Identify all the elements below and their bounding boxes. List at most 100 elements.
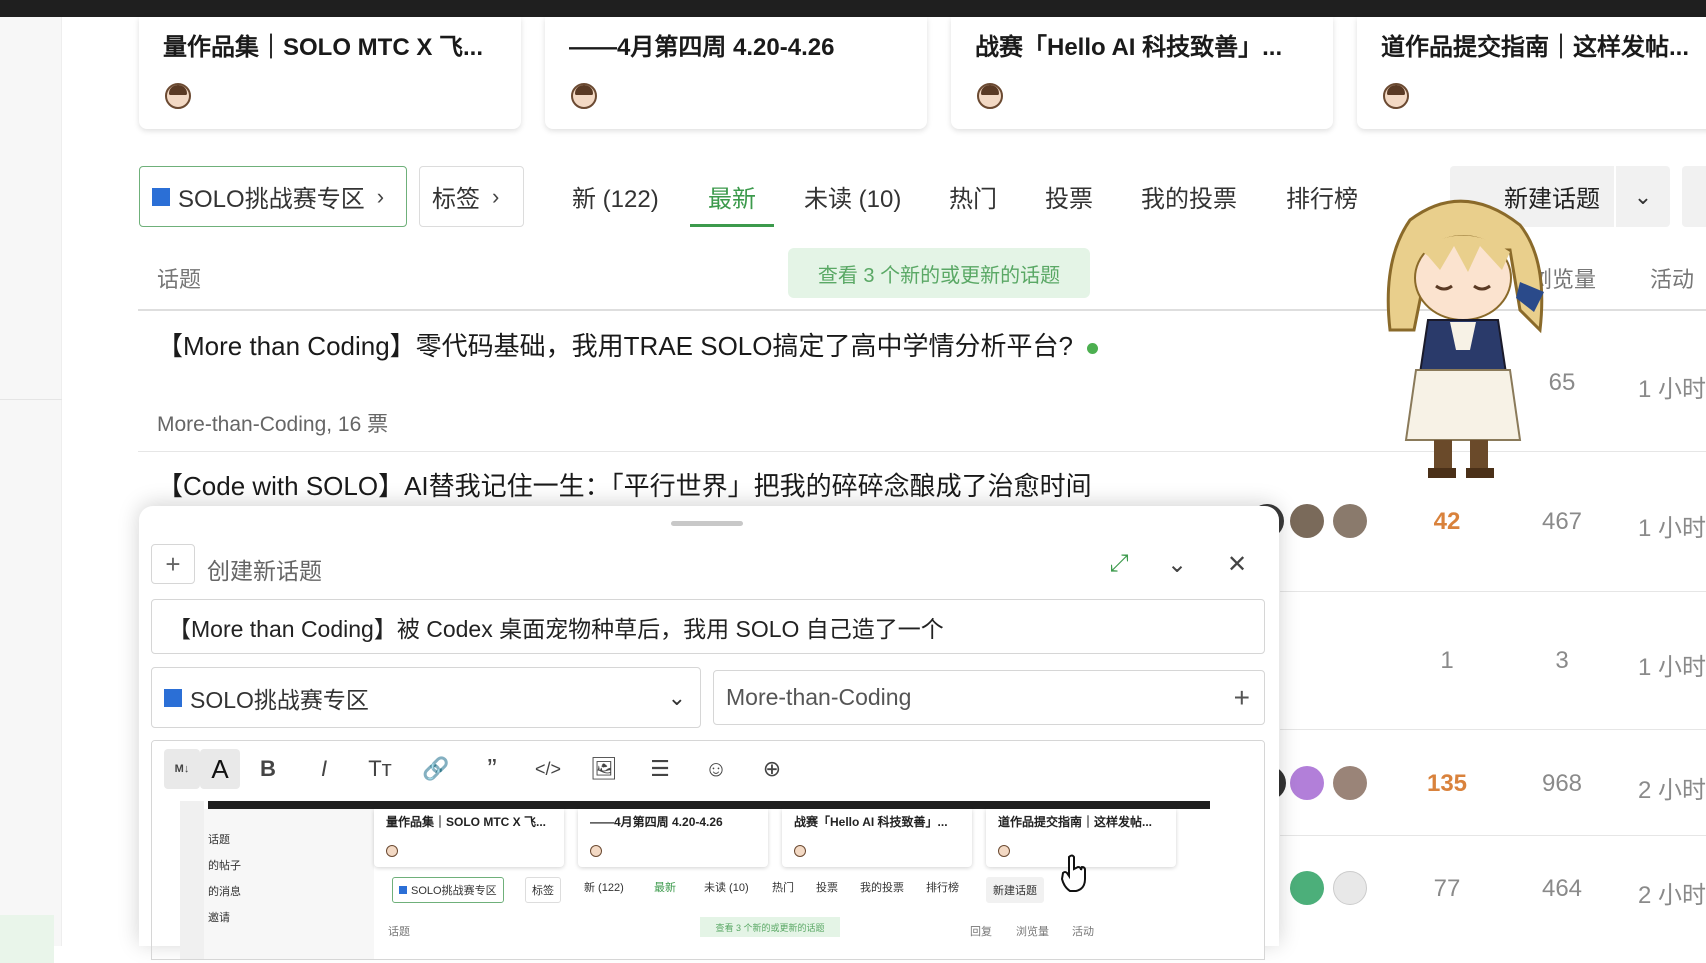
poster-avatar[interactable] <box>1333 871 1367 905</box>
preview-card-title: 战赛「Hello AI 科技致善」... <box>794 815 948 829</box>
italic-icon[interactable]: I <box>304 749 344 789</box>
pinned-card[interactable]: 量作品集｜SOLO MTC X 飞... <box>139 17 521 129</box>
editor-toolbar: M↓ A B I Tт 🔗 ” </> 🖼 ☰ ☺ ⊕ <box>152 741 1264 797</box>
preview-tags-pill: 标签 <box>525 877 561 903</box>
preview-card-title: ——4月第四周 4.20-4.26 <box>590 815 723 829</box>
tab-polls[interactable]: 投票 <box>1045 166 1093 227</box>
topic-activity[interactable]: 2 小时 <box>1638 770 1706 805</box>
avatar <box>165 83 191 109</box>
topic-replies: 1 <box>1440 647 1454 674</box>
preview-tab: 投票 <box>816 882 838 894</box>
preview-tab: 我的投票 <box>860 882 904 894</box>
preview-card: ——4月第四周 4.20-4.26 <box>578 809 768 867</box>
topic-views: 968 <box>1541 770 1583 797</box>
tag-chooser-value: More-than-Coding <box>726 684 912 710</box>
topic-title[interactable]: 【More than Coding】零代码基础，我用TRAE SOLO搞定了高中… <box>157 330 1107 363</box>
preview-card-title: 量作品集｜SOLO MTC X 飞... <box>386 815 547 829</box>
topic-activity[interactable]: 1 小时 <box>1638 369 1706 404</box>
poster-avatar[interactable] <box>1290 504 1324 538</box>
avatar <box>794 845 806 857</box>
preview-tab: 未读 (10) <box>704 882 749 894</box>
preview-sidebar: 话题 的帖子 的消息 邀请 <box>204 809 374 959</box>
category-select[interactable]: SOLO挑战赛专区 ⌄ <box>151 667 701 728</box>
avatar <box>386 845 398 857</box>
left-sidebar <box>0 17 62 963</box>
notification-button[interactable] <box>1682 166 1706 227</box>
topic-tags[interactable]: More-than-Coding, 16 票 <box>157 408 388 438</box>
pinned-card-title: 量作品集｜SOLO MTC X 飞... <box>163 34 484 61</box>
heading-icon[interactable]: Tт <box>360 749 400 789</box>
preview-category-pill: SOLO挑战赛专区 <box>392 877 504 903</box>
tab-new[interactable]: 新 (122) <box>572 166 659 227</box>
category-color-square <box>164 688 182 707</box>
new-topics-banner[interactable]: 查看 3 个新的或更新的话题 <box>788 248 1090 298</box>
hand-cursor-icon <box>1060 854 1086 892</box>
sidebar-active-item[interactable] <box>0 915 54 963</box>
pinned-card-title: ——4月第四周 4.20-4.26 <box>569 34 835 61</box>
collapse-icon[interactable]: ⌄ <box>1159 546 1195 582</box>
row-divider <box>1280 835 1706 836</box>
avatar <box>998 845 1010 857</box>
tab-leaderboard[interactable]: 排行榜 <box>1286 166 1358 227</box>
list-icon[interactable]: ☰ <box>640 749 680 789</box>
preview-col: 活动 <box>1072 926 1094 938</box>
composer-drag-handle[interactable] <box>671 521 743 526</box>
poster-avatar[interactable] <box>1290 871 1324 905</box>
topic-title[interactable]: 【Code with SOLO】AI替我记住一生：「平行世界」把我的碎碎念酿成了… <box>157 470 1167 503</box>
close-icon[interactable]: ✕ <box>1219 546 1255 582</box>
code-icon[interactable]: </> <box>528 749 568 789</box>
category-filter[interactable]: SOLO挑战赛专区 › <box>139 166 407 227</box>
preview-banner: 查看 3 个新的或更新的话题 <box>700 917 840 937</box>
topic-views: 464 <box>1541 875 1583 902</box>
link-icon[interactable]: 🔗 <box>416 749 456 789</box>
category-color-square <box>399 886 407 894</box>
quote-icon[interactable]: ” <box>472 749 512 789</box>
topic-activity[interactable]: 1 小时 <box>1638 508 1706 543</box>
expand-icon[interactable]: ⤢ <box>1101 546 1137 582</box>
avatar <box>1383 83 1409 109</box>
new-topic-dropdown-button[interactable]: ⌄ <box>1616 166 1670 227</box>
pinned-card[interactable]: ——4月第四周 4.20-4.26 <box>545 17 927 129</box>
preview-card: 量作品集｜SOLO MTC X 飞... <box>374 809 564 867</box>
tab-latest[interactable]: 最新 <box>690 166 774 227</box>
chevron-down-icon: ⌄ <box>667 684 686 710</box>
preview-sidebar-item: 话题 <box>208 834 230 846</box>
more-options-icon[interactable]: ⊕ <box>752 749 792 789</box>
tab-unread[interactable]: 未读 (10) <box>804 166 901 227</box>
desktop-pet-mascot[interactable] <box>1370 190 1556 490</box>
preview-col: 回复 <box>970 926 992 938</box>
topic-views: 467 <box>1541 508 1583 535</box>
poster-avatar[interactable] <box>1290 766 1324 800</box>
editor-area[interactable]: M↓ A B I Tт 🔗 ” </> 🖼 ☰ ☺ ⊕ 话题 的帖子 的消息 邀… <box>151 740 1265 960</box>
pinned-card[interactable]: 道作品提交指南｜这样发帖... <box>1357 17 1706 129</box>
topic-composer: + 创建新话题 ⤢ ⌄ ✕ 【More than Coding】被 Codex … <box>139 506 1279 960</box>
poster-avatar[interactable] <box>1333 504 1367 538</box>
pinned-card-title: 战赛「Hello AI 科技致善」... <box>975 34 1283 61</box>
composer-header: 创建新话题 <box>207 558 322 584</box>
tab-my-polls[interactable]: 我的投票 <box>1141 166 1237 227</box>
emoji-icon[interactable]: ☺ <box>696 749 736 789</box>
topic-activity[interactable]: 2 小时 <box>1638 875 1706 910</box>
topic-activity[interactable]: 1 小时 <box>1638 647 1706 682</box>
markdown-toggle-icon[interactable]: M↓ <box>164 749 200 789</box>
column-header-activity[interactable]: 活动 <box>1650 262 1694 294</box>
avatar <box>977 83 1003 109</box>
tags-filter[interactable]: 标签 › <box>419 166 524 227</box>
image-icon[interactable]: 🖼 <box>584 749 624 789</box>
preview-topbar <box>208 801 1210 809</box>
rich-text-toggle-icon[interactable]: A <box>200 749 240 789</box>
tab-hot[interactable]: 热门 <box>949 166 997 227</box>
poster-avatar[interactable] <box>1333 766 1367 800</box>
pinned-card[interactable]: 战赛「Hello AI 科技致善」... <box>951 17 1333 129</box>
top-bar <box>0 0 1706 17</box>
topic-replies: 135 <box>1426 770 1468 797</box>
plus-icon[interactable]: + <box>151 544 195 584</box>
topic-replies: 77 <box>1433 875 1461 902</box>
preview-tab: 最新 <box>654 882 676 894</box>
topic-title-input[interactable]: 【More than Coding】被 Codex 桌面宠物种草后，我用 SOL… <box>151 599 1265 654</box>
pasted-screenshot-preview: 话题 的帖子 的消息 邀请 量作品集｜SOLO MTC X 飞... ——4月第… <box>180 801 1264 959</box>
column-header-topic[interactable]: 话题 <box>157 262 201 294</box>
tag-chooser[interactable]: More-than-Coding + <box>713 670 1265 725</box>
bold-icon[interactable]: B <box>248 749 288 789</box>
topic-views: 3 <box>1555 647 1569 674</box>
